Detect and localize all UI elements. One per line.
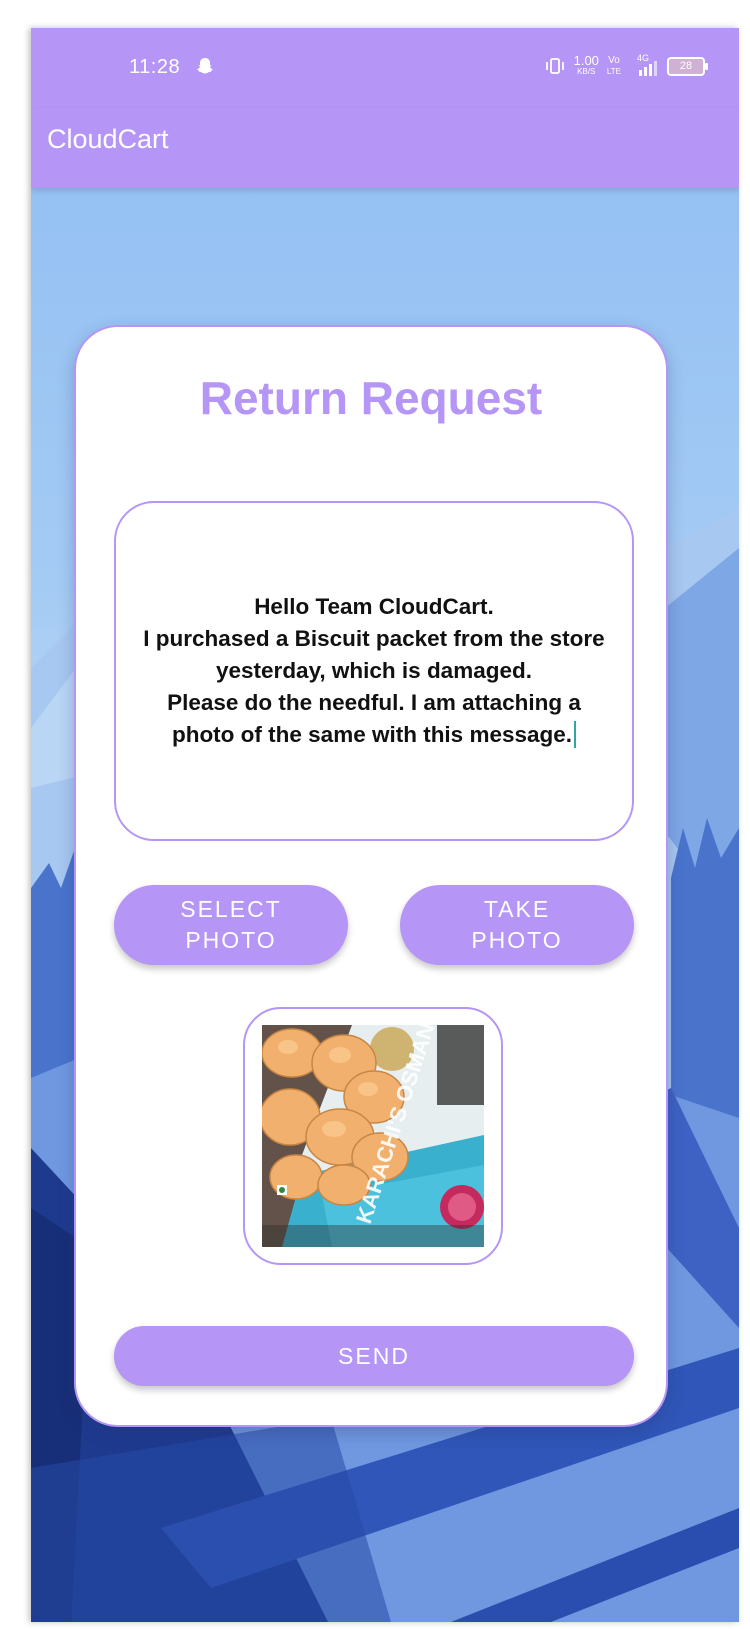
app-bar: CloudCart (31, 108, 739, 188)
biscuit-photo: KARACHI'S OSMANIA BISCUITS (262, 1025, 484, 1247)
signal-bars-icon (639, 61, 657, 76)
message-text: Hello Team CloudCart. I purchased a Bisc… (136, 591, 612, 751)
signal-indicator: 4G (629, 53, 659, 77)
volte-bottom: LTE (606, 67, 621, 76)
status-icons: 1.00 KB/S Vo LTE 4G 28 (544, 52, 708, 80)
battery-level: 28 (679, 60, 693, 72)
network-speed: 1.00 KB/S (573, 53, 599, 77)
page-title: Return Request (199, 372, 543, 424)
snapchat-icon (197, 58, 213, 74)
select-photo-button[interactable]: SELECT PHOTO (114, 885, 348, 965)
return-request-card: Return Request Hello Team CloudCart. I p… (74, 325, 668, 1427)
message-content: Hello Team CloudCart. I purchased a Bisc… (143, 594, 605, 747)
vibrate-icon (545, 58, 564, 74)
volte-top: Vo (608, 55, 620, 66)
status-time: 11:28 (129, 56, 181, 78)
phone-screen: 11:28 1.00 KB/S Vo LTE 4G 28 CloudCart R… (31, 28, 739, 1622)
status-bar: 11:28 1.00 KB/S Vo LTE 4G 28 (31, 28, 739, 108)
text-cursor (574, 721, 577, 748)
network-speed-value: 1.00 (573, 53, 599, 68)
take-photo-button[interactable]: TAKE PHOTO (400, 885, 634, 965)
network-speed-unit: KB/S (577, 67, 596, 76)
photo-preview: KARACHI'S OSMANIA BISCUITS (243, 1007, 503, 1265)
app-title: CloudCart (47, 124, 169, 154)
volte-indicator: Vo LTE (607, 55, 621, 77)
send-button[interactable]: SEND (114, 1326, 634, 1386)
message-input[interactable]: Hello Team CloudCart. I purchased a Bisc… (114, 501, 634, 841)
battery-indicator: 28 (667, 56, 708, 76)
